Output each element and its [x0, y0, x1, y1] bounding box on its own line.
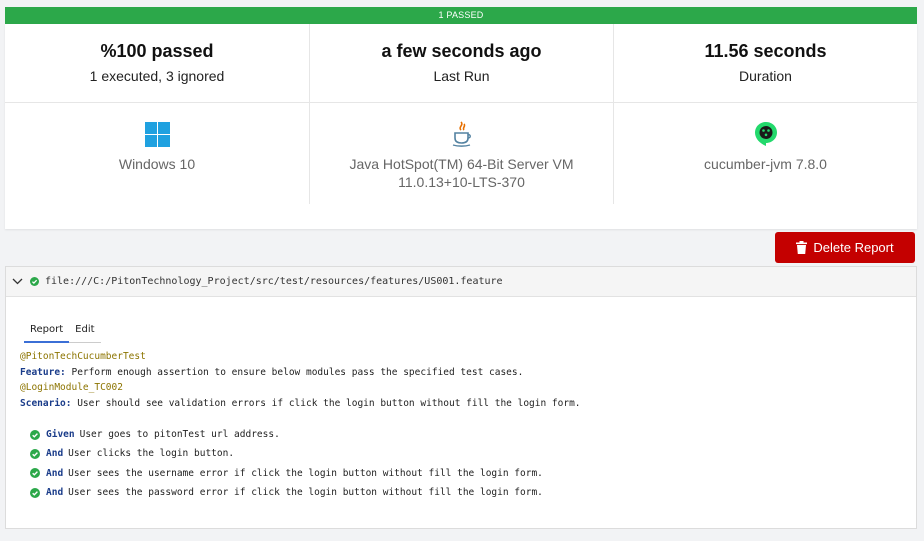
step-keyword: And — [46, 487, 64, 499]
java-icon — [310, 121, 613, 147]
feature-header[interactable]: file:///C:/PitonTechnology_Project/src/t… — [6, 267, 916, 297]
duration-value: 11.56 seconds — [704, 41, 827, 61]
tab-edit[interactable]: Edit — [69, 321, 101, 343]
step-item: And User sees the password error if clic… — [30, 483, 543, 502]
feature-path: file:///C:/PitonTechnology_Project/src/t… — [45, 276, 503, 287]
os-label: Windows 10 — [118, 156, 196, 172]
step-keyword: And — [46, 467, 64, 479]
report-tabs: Report Edit — [24, 321, 101, 343]
passed-banner: 1 PASSED — [5, 7, 917, 24]
passed-value: %100 passed — [100, 41, 214, 61]
step-item: Given User goes to pitonTest url address… — [30, 425, 543, 444]
step-list: Given User goes to pitonTest url address… — [30, 425, 543, 502]
feature-tag: @PitonTechCucumberTest — [20, 351, 146, 362]
passed-check-icon — [30, 277, 39, 286]
passed-caption: 1 executed, 3 ignored — [89, 68, 225, 84]
chevron-down-icon[interactable] — [12, 278, 26, 285]
duration-stat: 11.56 seconds Duration — [613, 24, 917, 102]
step-keyword: And — [46, 448, 64, 460]
summary-panel: %100 passed 1 executed, 3 ignored a few … — [5, 24, 917, 229]
scenario-keyword: Scenario: — [20, 397, 72, 409]
passed-stat: %100 passed 1 executed, 3 ignored — [5, 24, 309, 102]
last-run-stat: a few seconds ago Last Run — [309, 24, 613, 102]
step-keyword: Given — [46, 429, 75, 441]
passed-check-icon — [30, 468, 40, 479]
scenario-tag: @LoginModule_TC002 — [20, 382, 123, 393]
delete-report-label: Delete Report — [813, 240, 894, 255]
passed-check-icon — [30, 429, 40, 440]
step-text: User clicks the login button. — [68, 448, 235, 460]
step-item: And User clicks the login button. — [30, 444, 543, 463]
os-info: Windows 10 — [5, 102, 309, 204]
feature-description: Perform enough assertion to ensure below… — [65, 366, 524, 378]
java-info: Java HotSpot(TM) 64-Bit Server VM 11.0.1… — [309, 102, 613, 204]
scenario-line: Scenario: User should see validation err… — [20, 396, 581, 412]
step-text: User sees the password error if click th… — [68, 487, 543, 499]
step-item: And User sees the username error if clic… — [30, 464, 543, 483]
feature-line: Feature: Perform enough assertion to ens… — [20, 365, 581, 381]
windows-icon — [5, 121, 309, 147]
passed-check-icon — [30, 487, 40, 498]
gherkin-description: @PitonTechCucumberTest Feature: Perform … — [20, 349, 581, 411]
feature-keyword: Feature: — [20, 366, 66, 378]
step-text: User sees the username error if click th… — [68, 467, 543, 479]
runner-info: cucumber-jvm 7.8.0 — [613, 102, 917, 204]
runner-label: cucumber-jvm 7.8.0 — [704, 156, 827, 172]
duration-caption: Duration — [739, 68, 792, 84]
java-build-label: 11.0.13+10-LTS-370 — [398, 174, 525, 190]
last-run-value: a few seconds ago — [381, 41, 542, 61]
last-run-caption: Last Run — [433, 68, 490, 84]
passed-check-icon — [30, 448, 40, 459]
scenario-description: User should see validation errors if cli… — [71, 397, 581, 409]
tab-report[interactable]: Report — [24, 321, 70, 343]
feature-card: file:///C:/PitonTechnology_Project/src/t… — [5, 266, 917, 529]
cucumber-icon — [614, 121, 917, 147]
java-vm-label: Java HotSpot(TM) 64-Bit Server VM — [349, 156, 574, 172]
java-version: Java HotSpot(TM) 64-Bit Server VM 11.0.1… — [310, 155, 613, 191]
delete-report-button[interactable]: Delete Report — [775, 232, 915, 263]
step-text: User goes to pitonTest url address. — [79, 429, 280, 441]
trash-icon — [796, 241, 808, 254]
